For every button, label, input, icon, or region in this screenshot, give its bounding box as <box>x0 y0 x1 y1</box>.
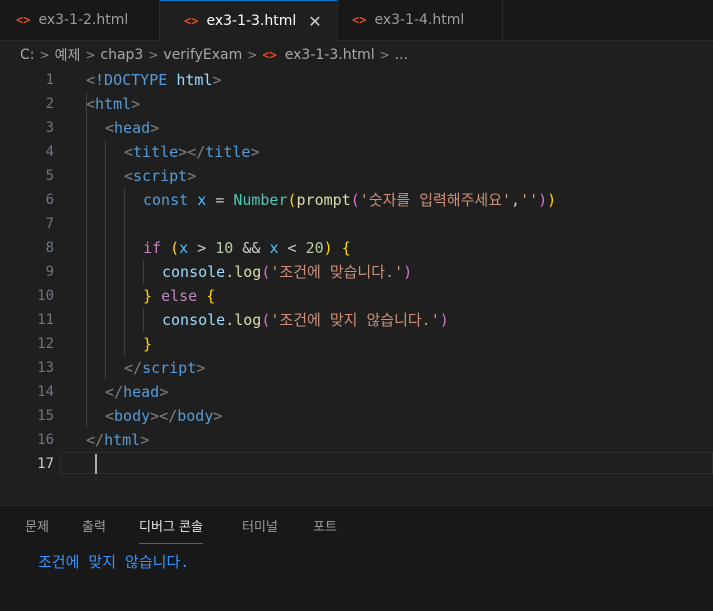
code-line[interactable]: 6 const x = Number(prompt('숫자를 입력해주세요','… <box>0 188 713 212</box>
tab-output[interactable]: 출력 <box>82 516 106 535</box>
code-editor[interactable]: 1 <!DOCTYPE html> 2 <html> 3 <head> 4 <t… <box>0 68 713 478</box>
code-line[interactable]: 7 <box>0 212 713 236</box>
line-content: console.log('조건에 맞습니다.') <box>162 263 413 281</box>
line-number: 13 <box>37 360 54 376</box>
line-number: 8 <box>45 240 54 256</box>
line-content: console.log('조건에 맞지 않습니다.') <box>162 311 449 329</box>
code-line[interactable]: 1 <!DOCTYPE html> <box>0 68 713 92</box>
line-content: </head> <box>105 383 169 401</box>
breadcrumb-folder-chap3[interactable]: chap3 <box>100 47 143 63</box>
breadcrumb-symbols[interactable]: ... <box>395 47 408 63</box>
tab-terminal[interactable]: 터미널 <box>242 516 278 535</box>
line-content: <body></body> <box>105 407 223 425</box>
line-number: 15 <box>37 408 54 424</box>
chevron-right-icon: > <box>148 48 159 62</box>
code-line[interactable]: 14 </head> <box>0 380 713 404</box>
code-line[interactable]: 3 <head> <box>0 116 713 140</box>
code-line[interactable]: 13 </script> <box>0 356 713 380</box>
line-content: } <box>143 335 153 353</box>
line-content: if (x > 10 && x < 20) { <box>143 239 351 257</box>
line-number: 10 <box>37 288 54 304</box>
text-cursor <box>95 454 97 474</box>
html-file-icon: <> <box>16 13 31 27</box>
tab-label: ex3-1-4.html <box>374 12 465 28</box>
line-number: 4 <box>45 144 54 160</box>
line-number: 7 <box>45 216 54 232</box>
code-line[interactable]: 8 if (x > 10 && x < 20) { <box>0 236 713 260</box>
code-line[interactable]: 16 </html> <box>0 428 713 452</box>
html-file-icon: <> <box>352 13 367 27</box>
tab-problems[interactable]: 문제 <box>25 516 49 535</box>
line-content: <title></title> <box>124 143 260 161</box>
chevron-right-icon: > <box>39 48 50 62</box>
tab-ports[interactable]: 포트 <box>313 516 337 535</box>
chevron-right-icon: > <box>379 48 390 62</box>
tab-label: ex3-1-3.html <box>206 13 297 29</box>
code-line[interactable]: 9 console.log('조건에 맞습니다.') <box>0 260 713 284</box>
breadcrumb-file[interactable]: ex3-1-3.html <box>285 47 375 63</box>
line-number: 11 <box>37 312 54 328</box>
breadcrumb-drive[interactable]: C: <box>20 47 35 63</box>
line-content: } else { <box>143 287 216 305</box>
current-code-line[interactable]: 17 <box>0 452 713 476</box>
html-file-icon: <> <box>262 48 277 62</box>
breadcrumb-folder-verifyexam[interactable]: verifyExam <box>163 47 242 63</box>
breadcrumb-folder-examples[interactable]: 예제 <box>55 45 81 65</box>
line-number: 14 <box>37 384 54 400</box>
line-number: 5 <box>45 168 54 184</box>
line-content: <!DOCTYPE html> <box>86 71 222 89</box>
line-content: const x = Number(prompt('숫자를 입력해주세요','')… <box>143 191 557 209</box>
current-line-highlight <box>60 452 713 474</box>
line-number: 9 <box>45 264 54 280</box>
editor-tab-bar: <> ex3-1-2.html <> ex3-1-3.html ✕ <> ex3… <box>0 0 713 41</box>
code-line[interactable]: 4 <title></title> <box>0 140 713 164</box>
tab-ex3-1-2[interactable]: <> ex3-1-2.html <box>0 0 160 40</box>
line-number: 1 <box>45 72 54 88</box>
line-number: 17 <box>37 456 54 472</box>
line-content: </html> <box>86 431 150 449</box>
code-line[interactable]: 5 <script> <box>0 164 713 188</box>
code-line[interactable]: 11 console.log('조건에 맞지 않습니다.') <box>0 308 713 332</box>
chevron-right-icon: > <box>85 48 96 62</box>
line-content: <html> <box>86 95 141 113</box>
tab-ex3-1-4[interactable]: <> ex3-1-4.html <box>338 0 503 40</box>
html-file-icon: <> <box>184 14 199 28</box>
line-number: 6 <box>45 192 54 208</box>
line-number: 3 <box>45 120 54 136</box>
line-number: 2 <box>45 96 54 112</box>
bottom-panel: 문제 출력 디버그 콘솔 터미널 포트 조건에 맞지 않습니다. <box>0 505 713 611</box>
code-line[interactable]: 10 } else { <box>0 284 713 308</box>
code-line[interactable]: 12 } <box>0 332 713 356</box>
code-line[interactable]: 2 <html> <box>0 92 713 116</box>
tab-debug-console[interactable]: 디버그 콘솔 <box>139 516 203 544</box>
line-content: <head> <box>105 119 160 137</box>
tab-ex3-1-3[interactable]: <> ex3-1-3.html ✕ <box>160 0 338 41</box>
line-number: 12 <box>37 336 54 352</box>
close-icon[interactable]: ✕ <box>308 12 321 31</box>
breadcrumb: C: > 예제 > chap3 > verifyExam > <> ex3-1-… <box>20 44 408 66</box>
tab-label: ex3-1-2.html <box>38 12 129 28</box>
debug-console-output: 조건에 맞지 않습니다. <box>38 553 190 571</box>
code-line[interactable]: 15 <body></body> <box>0 404 713 428</box>
line-content: <script> <box>124 167 197 185</box>
line-number: 16 <box>37 432 54 448</box>
chevron-right-icon: > <box>247 48 258 62</box>
line-content: </script> <box>124 359 206 377</box>
